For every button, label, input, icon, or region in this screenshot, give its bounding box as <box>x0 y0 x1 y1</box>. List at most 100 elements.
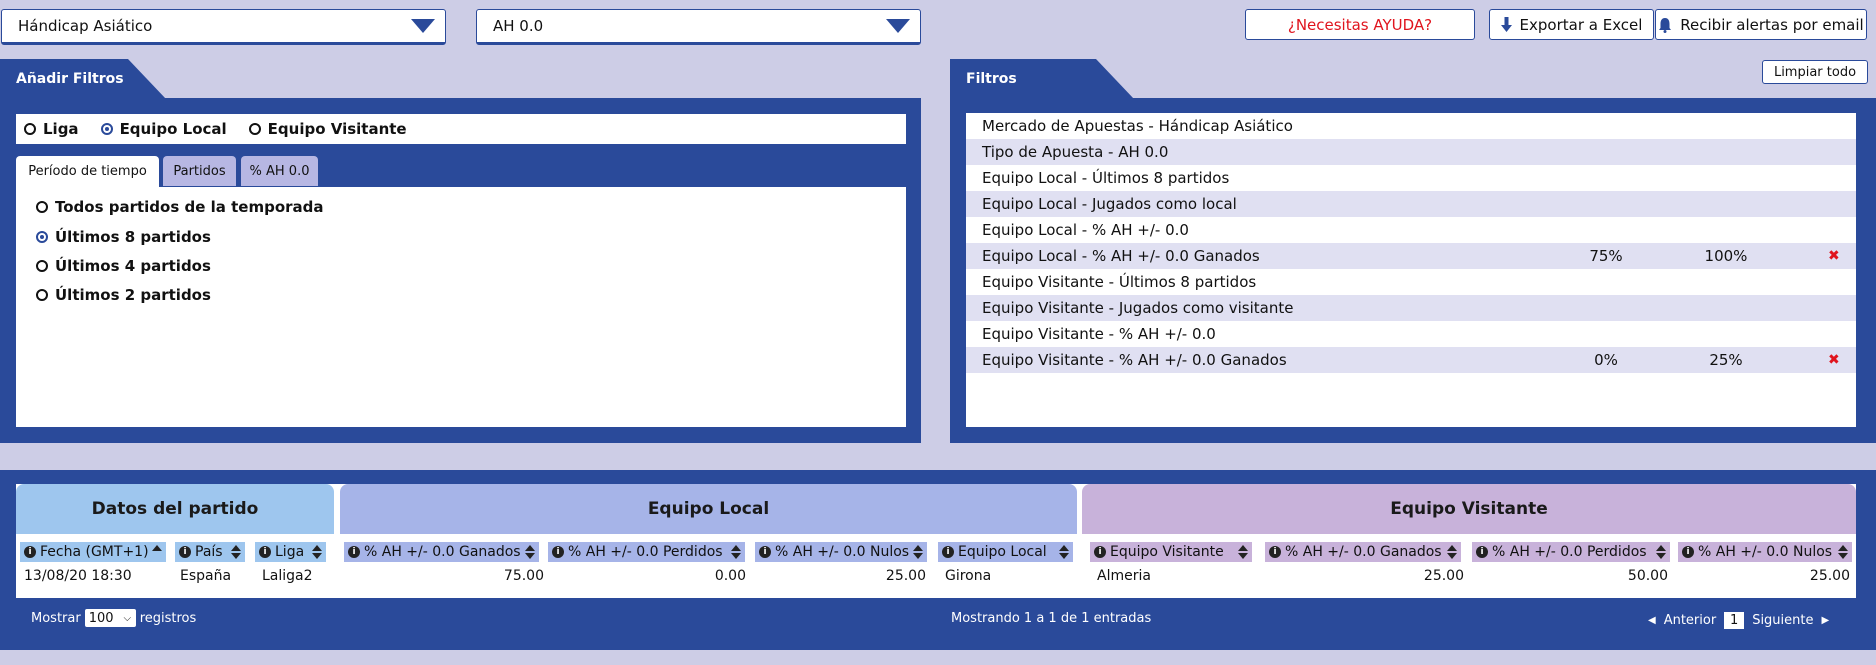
remove-filter-icon[interactable]: ✖ <box>1828 352 1840 368</box>
column-header-liga-label: Liga <box>275 544 305 560</box>
column-header-away-nulos-label: % AH +/- 0.0 Nulos <box>1698 544 1833 560</box>
add-filters-title-text: Añadir Filtros <box>16 71 124 87</box>
radio-selected-icon <box>36 231 48 243</box>
saved-filter-label: Mercado de Apuestas - Hándicap Asiático <box>982 117 1293 135</box>
column-header-pais-label: País <box>195 544 223 560</box>
saved-filter-row: Tipo de Apuesta - AH 0.0 <box>966 139 1856 165</box>
saved-filter-min-value: 75% <box>1589 247 1623 265</box>
column-header-fecha[interactable]: i Fecha (GMT+1) <box>20 542 166 562</box>
tab-periodo-de-tiempo[interactable]: Período de tiempo <box>16 156 159 187</box>
bet-type-select[interactable]: AH 0.0 <box>476 9 921 45</box>
clear-all-button[interactable]: Limpiar todo <box>1762 60 1868 84</box>
scope-option-equipo-local-label: Equipo Local <box>119 120 227 138</box>
download-arrow-icon <box>1500 16 1512 32</box>
sort-icon <box>231 545 241 559</box>
group-header-home-label: Equipo Local <box>647 499 770 519</box>
tab-periodo-de-tiempo-label: Período de tiempo <box>28 164 147 179</box>
page-size-value: 100 <box>88 610 114 626</box>
column-header-pais[interactable]: i País <box>175 542 245 562</box>
column-header-away-perdidos[interactable]: i % AH +/- 0.0 Perdidos <box>1472 542 1670 562</box>
cell-home-perdidos: 0.00 <box>714 568 746 584</box>
period-options-content: Todos partidos de la temporada Últimos 8… <box>16 187 906 427</box>
export-excel-label: Exportar a Excel <box>1519 15 1643 34</box>
saved-filter-label: Tipo de Apuesta - AH 0.0 <box>982 143 1169 161</box>
current-page-button[interactable]: 1 <box>1724 612 1745 629</box>
sort-icon <box>731 545 741 559</box>
info-icon: i <box>348 546 360 558</box>
records-label: registros <box>139 610 197 626</box>
column-header-home-ganados[interactable]: i % AH +/- 0.0 Ganados <box>344 542 539 562</box>
chevron-down-icon: ⌵ <box>123 612 132 624</box>
saved-filter-row: Equipo Visitante - % AH +/- 0.0 <box>966 321 1856 347</box>
saved-filter-row: Equipo Local - Jugados como local <box>966 191 1856 217</box>
prev-page-button[interactable]: Anterior <box>1664 613 1716 628</box>
scope-option-liga[interactable]: Liga <box>24 120 79 138</box>
saved-filters-list: Mercado de Apuestas - Hándicap Asiático … <box>966 113 1856 427</box>
radio-icon <box>36 289 48 301</box>
help-button-label: ¿Necesitas AYUDA? <box>1287 15 1433 34</box>
column-header-away-nulos[interactable]: i % AH +/- 0.0 Nulos <box>1678 542 1852 562</box>
next-page-button[interactable]: Siguiente <box>1752 613 1813 628</box>
cell-equipo-visitante: Almeria <box>1097 568 1151 584</box>
sort-icon <box>1838 545 1848 559</box>
cell-home-nulos: 25.00 <box>885 568 926 584</box>
next-arrow-icon[interactable]: ▶ <box>1822 615 1830 626</box>
column-header-home-perdidos[interactable]: i % AH +/- 0.0 Perdidos <box>548 542 745 562</box>
info-icon: i <box>1682 546 1694 558</box>
saved-filter-label: Equipo Visitante - Últimos 8 partidos <box>982 273 1257 291</box>
scope-option-equipo-visitante[interactable]: Equipo Visitante <box>248 120 407 138</box>
export-excel-button[interactable]: Exportar a Excel <box>1489 9 1654 40</box>
info-icon: i <box>942 546 954 558</box>
sort-icon <box>312 545 322 559</box>
column-header-equipo-visitante-label: Equipo Visitante <box>1110 544 1224 560</box>
column-header-liga[interactable]: i Liga <box>255 542 326 562</box>
period-option-ultimos-4[interactable]: Últimos 4 partidos <box>36 257 211 275</box>
tab-partidos[interactable]: Partidos <box>163 156 236 186</box>
remove-filter-icon[interactable]: ✖ <box>1828 248 1840 264</box>
group-header-away: Equipo Visitante <box>1082 484 1856 534</box>
saved-filter-label: Equipo Local - Últimos 8 partidos <box>982 169 1230 187</box>
tab-ah-percent[interactable]: % AH 0.0 <box>241 156 318 186</box>
page-size-select[interactable]: 100 ⌵ <box>84 609 136 627</box>
saved-filter-min-value: 0% <box>1594 351 1618 369</box>
bell-icon <box>1659 17 1672 33</box>
clear-all-label: Limpiar todo <box>1773 64 1857 80</box>
prev-arrow-icon[interactable]: ◀ <box>1648 615 1656 626</box>
saved-filter-label: Equipo Local - % AH +/- 0.0 <box>982 221 1189 239</box>
info-icon: i <box>24 546 36 558</box>
saved-filter-row: Equipo Visitante - Jugados como visitant… <box>966 295 1856 321</box>
group-header-away-label: Equipo Visitante <box>1390 499 1548 519</box>
column-header-equipo-local-label: Equipo Local <box>958 544 1047 560</box>
show-label: Mostrar <box>31 610 81 626</box>
bet-type-select-value: AH 0.0 <box>493 17 544 35</box>
email-alerts-button[interactable]: Recibir alertas por email <box>1655 9 1867 40</box>
column-header-home-nulos[interactable]: i % AH +/- 0.0 Nulos <box>755 542 927 562</box>
saved-filters-panel: Mercado de Apuestas - Hándicap Asiático … <box>950 98 1876 443</box>
saved-filters-title: Filtros guardados <box>950 59 1134 127</box>
radio-icon <box>24 123 36 135</box>
scope-option-equipo-local[interactable]: Equipo Local <box>100 120 227 138</box>
column-header-equipo-visitante[interactable]: i Equipo Visitante <box>1090 542 1252 562</box>
period-option-todos[interactable]: Todos partidos de la temporada <box>36 198 324 216</box>
radio-selected-icon <box>100 123 113 135</box>
period-option-ultimos-8[interactable]: Últimos 8 partidos <box>36 228 211 246</box>
group-header-home: Equipo Local <box>340 484 1077 534</box>
cell-equipo-local: Girona <box>945 568 992 584</box>
info-icon: i <box>1476 546 1488 558</box>
column-header-home-nulos-label: % AH +/- 0.0 Nulos <box>775 544 910 560</box>
group-header-match-label: Datos del partido <box>91 499 259 519</box>
market-select[interactable]: Hándicap Asiático <box>1 9 446 45</box>
column-header-equipo-local[interactable]: i Equipo Local <box>938 542 1073 562</box>
info-icon: i <box>259 546 271 558</box>
sort-icon <box>1059 545 1069 559</box>
add-filters-title: Añadir Filtros <box>0 59 166 99</box>
column-header-away-ganados[interactable]: i % AH +/- 0.0 Ganados <box>1265 542 1461 562</box>
period-option-todos-label: Todos partidos de la temporada <box>55 198 324 216</box>
radio-icon <box>248 123 261 135</box>
chevron-down-icon <box>411 19 435 33</box>
cell-fecha: 13/08/20 18:30 <box>24 568 132 584</box>
help-button[interactable]: ¿Necesitas AYUDA? <box>1245 9 1475 40</box>
period-option-ultimos-2[interactable]: Últimos 2 partidos <box>36 286 211 304</box>
saved-filter-row: Equipo Local - Últimos 8 partidos <box>966 165 1856 191</box>
period-option-ultimos-8-label: Últimos 8 partidos <box>55 228 211 246</box>
